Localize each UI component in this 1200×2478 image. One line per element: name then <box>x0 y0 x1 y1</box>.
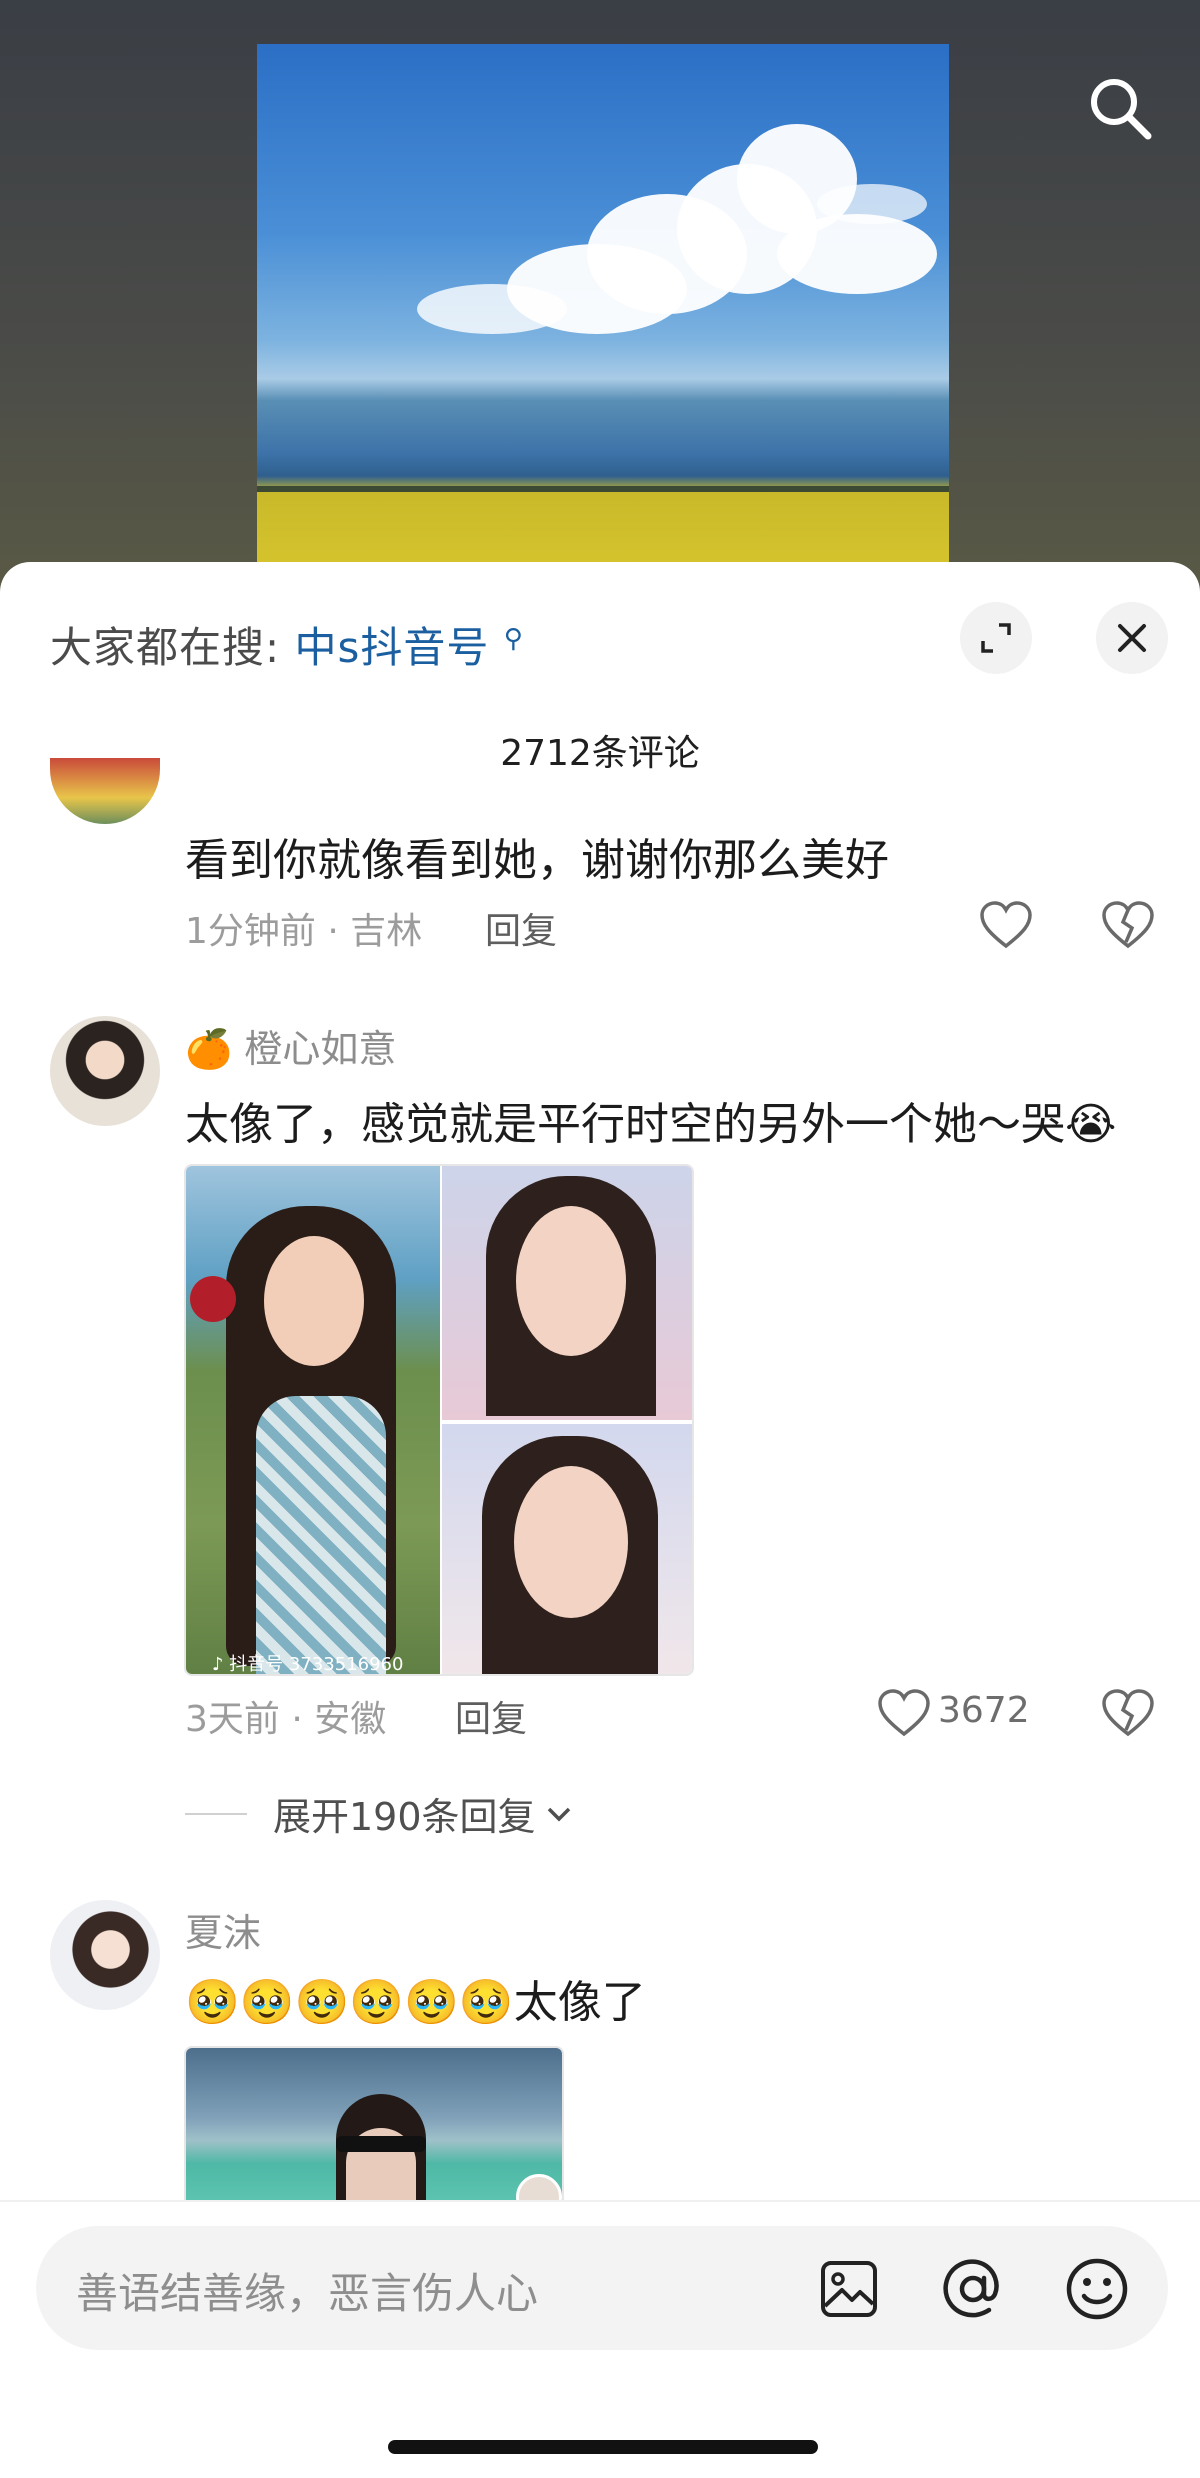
video-background <box>0 0 1200 600</box>
divider <box>185 1812 247 1815</box>
photo-watermark: ♪ 抖音号 3733516960 <box>212 1654 404 1675</box>
image-icon[interactable] <box>818 2258 880 2320</box>
home-indicator[interactable] <box>388 2440 818 2454</box>
broken-heart-icon[interactable] <box>1100 1686 1156 1742</box>
broken-heart-icon[interactable] <box>1100 898 1156 954</box>
smile-icon[interactable] <box>1064 2256 1130 2322</box>
avatar[interactable] <box>50 1900 160 2010</box>
reply-button[interactable]: 回复 <box>485 902 557 954</box>
expand-button[interactable] <box>960 602 1032 674</box>
avatar[interactable] <box>50 1016 160 1126</box>
comment-text: 太像了，感觉就是平行时空的另外一个她～哭😭 <box>185 1099 1117 1150</box>
comment-text: 看到你就像看到她，谢谢你那么美好 <box>185 835 889 886</box>
avatar[interactable] <box>50 758 160 824</box>
close-button[interactable] <box>1096 602 1168 674</box>
comment-input[interactable]: 善语结善缘，恶言伤人心 <box>36 2226 1168 2350</box>
comment-count: 2712条评论 <box>500 733 700 774</box>
username-text: 橙心如意 <box>244 1027 397 1071</box>
reply-button[interactable]: 回复 <box>455 1690 527 1742</box>
heart-icon[interactable] <box>978 898 1034 954</box>
comment-meta: 1分钟前 · 吉林 <box>185 911 423 952</box>
heart-icon[interactable] <box>876 1686 932 1742</box>
expand-replies-label: 展开190条回复 <box>273 1795 536 1839</box>
orange-emoji-icon: 🍊 <box>185 1027 233 1071</box>
comment-meta: 3天前 · 安徽 <box>185 1699 387 1740</box>
close-icon <box>1118 624 1146 652</box>
comment-text: 🥹🥹🥹🥹🥹🥹太像了 <box>185 1977 646 2028</box>
username[interactable]: 夏沫 <box>185 1902 261 1957</box>
suggestion-label: 大家都在搜: <box>50 623 281 672</box>
comment-image[interactable]: ♪ 抖音号 3733516960 <box>184 1164 694 1676</box>
at-icon[interactable] <box>940 2256 1006 2322</box>
comment-sheet: 大家都在搜: 中s抖音号 ⚲ 2712条评论 看到你就像看到她，谢谢你那么美好 … <box>0 562 1200 2478</box>
comment-image[interactable] <box>184 2046 564 2200</box>
suggestion-keyword[interactable]: 中s抖音号 <box>295 623 490 672</box>
expand-icon <box>981 623 1011 653</box>
search-suggestion[interactable]: 大家都在搜: 中s抖音号 ⚲ <box>50 614 524 675</box>
search-icon[interactable] <box>1084 72 1156 144</box>
expand-replies[interactable]: 展开190条回复 <box>185 1786 576 1841</box>
like-count: 3672 <box>938 1690 1030 1731</box>
username[interactable]: 🍊 橙心如意 <box>185 1018 396 1073</box>
input-divider <box>0 2200 1200 2202</box>
chevron-down-icon <box>547 1807 570 1821</box>
search-icon: ⚲ <box>503 624 524 654</box>
comment-input-placeholder: 善语结善缘，恶言伤人心 <box>76 2269 539 2318</box>
video-frame[interactable] <box>257 44 949 584</box>
